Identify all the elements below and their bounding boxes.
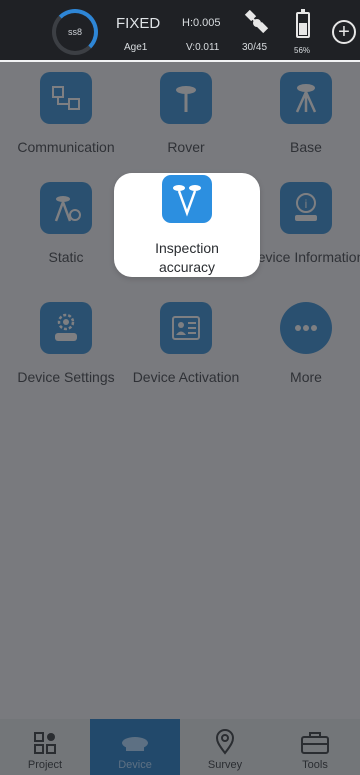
satellite-count: 30/45 bbox=[242, 42, 268, 53]
tile-device-activation[interactable]: Device Activation bbox=[126, 292, 246, 396]
tile-communication[interactable]: Communication bbox=[6, 62, 126, 166]
inspection-accuracy-icon bbox=[162, 175, 212, 223]
signal-ring-icon: ss8 bbox=[52, 9, 98, 55]
base-icon bbox=[280, 72, 332, 124]
device-information-icon: i bbox=[280, 182, 332, 234]
tile-label-text: Inspection accuracy bbox=[155, 240, 219, 275]
tile-more[interactable]: More bbox=[246, 292, 360, 396]
device-settings-icon bbox=[40, 302, 92, 354]
static-icon bbox=[40, 182, 92, 234]
device-icon bbox=[122, 737, 148, 751]
tile-label: Static bbox=[48, 249, 84, 265]
tile-label: More bbox=[290, 369, 322, 385]
nav-project[interactable]: Project bbox=[0, 719, 90, 775]
signal-ring-text: ss8 bbox=[67, 27, 82, 37]
tile-label: Device Information bbox=[247, 249, 360, 265]
status-bar: ss8 FIXED Age1 H:0.005 V:0.011 30/45 56%… bbox=[0, 0, 360, 60]
nav-tools[interactable]: Tools bbox=[270, 719, 360, 775]
more-icon bbox=[280, 302, 332, 354]
tile-static[interactable]: Static bbox=[6, 172, 126, 276]
nav-survey[interactable]: Survey bbox=[180, 719, 270, 775]
communication-icon bbox=[40, 72, 92, 124]
nav-device[interactable]: Device bbox=[90, 719, 180, 775]
tile-label: Device Activation bbox=[132, 369, 240, 385]
satellite-icon bbox=[244, 10, 269, 34]
h-precision: H:0.005 bbox=[182, 17, 221, 29]
v-precision: V:0.011 bbox=[186, 42, 220, 53]
nav-label: Survey bbox=[207, 759, 243, 771]
tile-base[interactable]: Base bbox=[246, 62, 360, 166]
tile-device-information[interactable]: i Device Information bbox=[246, 172, 360, 276]
tile-inspection-accuracy[interactable]: Inspection accuracy bbox=[114, 173, 260, 277]
tile-label: Base bbox=[290, 139, 322, 155]
svg-text:i: i bbox=[305, 197, 308, 211]
tile-label: Rover bbox=[167, 139, 205, 155]
battery-fill bbox=[299, 22, 307, 35]
tile-device-settings[interactable]: Device Settings bbox=[6, 292, 126, 396]
battery-percent: 56% bbox=[294, 46, 311, 55]
project-icon bbox=[34, 732, 56, 754]
battery-icon bbox=[296, 9, 310, 38]
tile-rover[interactable]: Rover bbox=[126, 62, 246, 166]
tile-label: Inspection accuracy bbox=[139, 239, 235, 277]
age-value: Age1 bbox=[124, 42, 148, 53]
nav-label: Device bbox=[118, 759, 152, 771]
nav-label: Project bbox=[27, 759, 63, 771]
nav-label: Tools bbox=[302, 759, 328, 771]
fix-status: FIXED bbox=[116, 15, 161, 32]
bottom-navigation: Project Device Survey Tools bbox=[0, 719, 360, 775]
toolbox-icon bbox=[301, 732, 329, 754]
add-button[interactable]: + bbox=[332, 20, 356, 44]
tile-label: Device Settings bbox=[17, 369, 115, 385]
rover-icon bbox=[160, 72, 212, 124]
survey-pin-icon bbox=[215, 729, 235, 755]
tile-label: Communication bbox=[17, 139, 115, 155]
device-activation-icon bbox=[160, 302, 212, 354]
